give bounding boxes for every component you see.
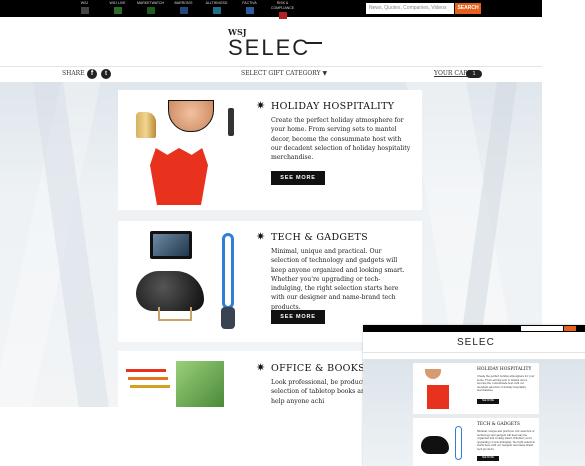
network-link-wsjlive[interactable]: WSJ.LIVE [101,0,134,17]
risk-icon [278,12,287,19]
product-pen-image [128,377,168,380]
product-pen-image [130,385,170,388]
mini-card-description: Create the perfect holiday atmosphere fo… [477,375,535,393]
card-title[interactable]: OFFICE & BOOKS [271,363,365,375]
network-link-allthingsd[interactable]: ALLTHINGSD [200,0,233,17]
card-description: Create the perfect holiday atmosphere fo… [271,117,411,162]
card-title[interactable]: TECH & GADGETS [271,232,368,244]
product-fan-base [221,307,235,329]
mini-see-more-button: SEE MORE [477,399,499,404]
marketwatch-icon [146,7,155,14]
bottom-fade [0,407,370,466]
product-skate-image [136,112,156,138]
network-links: WSJ WSJ.LIVE MARKETWATCH BARRON'S ALLTHI… [68,0,299,19]
see-more-button[interactable]: SEE MORE [271,310,325,324]
category-card-holiday: ✷ HOLIDAY HOSPITALITY Create the perfect… [118,90,422,210]
product-fan-image [222,233,234,309]
card-description: Minimal, unique and practical. Our selec… [271,248,405,311]
mini-search-input [521,326,563,331]
sunburst-icon: ✷ [256,230,266,243]
product-pen-image [126,369,166,372]
network-link-wsj[interactable]: WSJ [68,0,101,17]
product-chair-base [158,307,192,321]
mini-card-description: Minimal, unique and practical. Our selec… [477,430,535,451]
facebook-icon[interactable]: f [87,69,97,79]
network-link-risk[interactable]: RISK & COMPLIANCE [266,0,299,19]
network-link-marketwatch[interactable]: MARKETWATCH [134,0,167,17]
share-label: SHARE [62,70,85,77]
see-more-button[interactable]: SEE MORE [271,171,325,185]
product-corkscrew-image [228,108,234,136]
sunburst-icon: ✷ [256,99,266,112]
live-icon [113,7,122,14]
category-card-tech: ✷ TECH & GADGETS Minimal, unique and pra… [118,221,422,342]
wsj-icon [80,7,89,14]
mini-preview-overlay: SELEC HOLIDAY HOSPITALITY Create the per… [363,325,585,466]
factiva-icon [245,7,254,14]
product-bowl-image [168,100,214,132]
mini-see-more-button: SEE MORE [477,456,499,461]
search-button[interactable]: SEARCH [455,3,481,14]
product-vase-image [150,148,208,205]
network-link-barrons[interactable]: BARRON'S [167,0,200,17]
mini-search-button [564,326,576,331]
sub-nav: SHARE f t SELECT GIFT CATEGORY ▼ YOUR CA… [0,66,542,83]
search-input[interactable]: News, Quotes, Companies, Videos [366,3,454,14]
sunburst-icon: ✷ [256,361,266,374]
network-link-factiva[interactable]: FACTIVA [233,0,266,17]
mini-card-holiday: HOLIDAY HOSPITALITY Create the perfect h… [413,363,539,414]
network-bar: WSJ WSJ.LIVE MARKETWATCH BARRON'S ALLTHI… [0,0,542,19]
mini-brand-logo: SELEC [457,337,495,348]
brand-dash [306,42,322,44]
product-tablet-image [150,231,192,259]
twitter-icon[interactable]: t [101,69,111,79]
gift-category-dropdown[interactable]: SELECT GIFT CATEGORY ▼ [241,69,327,79]
mini-card-title: HOLIDAY HOSPITALITY [477,367,532,372]
mini-card-title: TECH & GADGETS [477,422,520,427]
product-book-cover-image [176,361,224,407]
allthingsd-icon [212,7,221,14]
cart-count-badge[interactable]: 1 [466,70,482,78]
product-chair-image [136,271,204,311]
card-title[interactable]: HOLIDAY HOSPITALITY [271,101,394,113]
brand-large: SELEC [228,35,311,60]
mini-card-tech: TECH & GADGETS Minimal, unique and pract… [413,418,539,466]
barrons-icon [179,7,188,14]
brand-logo[interactable]: WSJ SELEC [228,28,322,60]
